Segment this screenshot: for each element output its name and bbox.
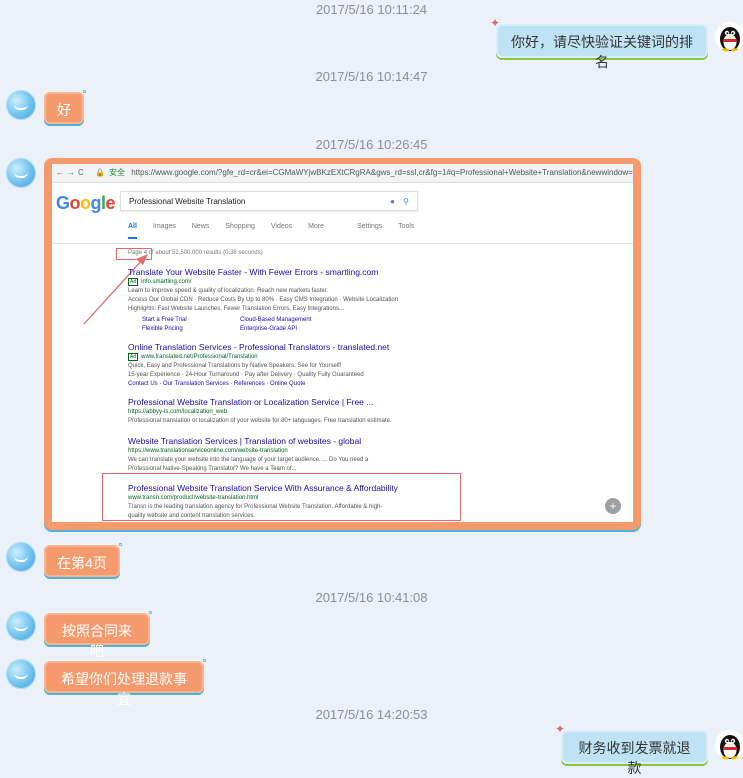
search-result: Online Translation Services - Profession… <box>128 341 568 389</box>
sitelink: Enterprise-Grade API <box>240 326 298 332</box>
result-desc: Professional translation or localization… <box>128 418 392 424</box>
avatar[interactable] <box>6 90 36 120</box>
result-desc: Highlights: Fast Website Launches, Fewer… <box>128 306 344 312</box>
avatar[interactable] <box>6 659 36 689</box>
avatar[interactable] <box>6 611 36 641</box>
result-title: Professional Website Translation or Loca… <box>128 397 374 407</box>
result-desc: Access Our Global CDN · Reduce Costs By … <box>128 297 398 303</box>
result-url: Ad www.translated.net/Professional/Transl… <box>128 353 568 362</box>
sitelink: Cloud-Based Management <box>240 317 312 323</box>
browser-screenshot: ←→C 🔒 安全 https://www.google.com/?gfe_rd=c… <box>52 164 633 522</box>
result-url: https://www.translationserviceonline.com… <box>128 448 288 454</box>
timestamp: 2017/5/16 10:11:24 <box>315 2 428 17</box>
decoration-icon: ° <box>82 87 87 101</box>
result-desc: Quick, Easy and Professional Translation… <box>128 363 342 369</box>
result-desc: Contact Us · Our Translation Services · … <box>128 381 306 387</box>
sitelink: Start a Free Trial <box>142 317 187 323</box>
timestamp: 2017/5/16 10:41:08 <box>315 590 428 605</box>
avatar[interactable] <box>6 158 36 188</box>
result-desc: Transn is the leading translation agency… <box>128 504 383 510</box>
avatar-penguin[interactable] <box>715 22 743 52</box>
message-bubble-incoming[interactable]: 希望你们处理退款事宜 <box>44 661 204 707</box>
search-result: Professional Website Translation or Loca… <box>128 396 568 426</box>
decoration-icon: ° <box>148 608 153 622</box>
timestamp: 2017/5/16 14:20:53 <box>315 707 428 722</box>
sitelink: Flexible Pricing <box>142 326 183 332</box>
ad-badge: Ad <box>128 353 139 361</box>
search-result: Translate Your Website Faster - With Few… <box>128 266 568 334</box>
message-bubble-incoming[interactable]: 好 <box>44 92 84 124</box>
result-url-text: info.smartling.com/ <box>141 279 192 285</box>
result-title: Website Translation Services | Translati… <box>128 436 362 446</box>
message-bubble-incoming[interactable]: 在第4页 <box>44 545 120 577</box>
image-message[interactable]: ←→C 🔒 安全 https://www.google.com/?gfe_rd=c… <box>44 158 641 530</box>
result-url: www.transn.com/product/website-translati… <box>128 495 259 501</box>
avatar[interactable] <box>6 542 36 572</box>
avatar-penguin[interactable] <box>715 730 743 760</box>
result-title: Translate Your Website Faster - With Few… <box>128 267 379 277</box>
message-bubble-outgoing[interactable]: 财务收到发票就退款 <box>561 730 708 776</box>
pinwheel-icon: ✦ <box>490 16 501 30</box>
decoration-icon: ° <box>118 540 123 554</box>
pinwheel-icon: ✦ <box>555 722 566 736</box>
result-url: https://abbyy-ls.com/localization_web <box>128 409 228 415</box>
ad-badge: Ad <box>128 278 139 286</box>
result-desc: We can translate your website into the l… <box>128 457 369 463</box>
result-title: Online Translation Services - Profession… <box>128 342 390 352</box>
result-url: Ad info.smartling.com/ <box>128 278 568 287</box>
search-result: Professional Website Translation Service… <box>128 482 568 521</box>
timestamp: 2017/5/16 10:26:45 <box>315 137 428 152</box>
message-bubble-outgoing[interactable]: 你好，请尽快验证关键词的排名 <box>496 24 708 70</box>
result-desc: quality website and content translation … <box>128 513 256 519</box>
zoom-in-icon[interactable]: + <box>605 498 621 514</box>
message-bubble-incoming[interactable]: 按照合同来吧 <box>44 613 150 659</box>
result-url-text: www.translated.net/Professional/Translat… <box>141 354 258 360</box>
decoration-icon: ° <box>202 656 207 670</box>
result-title: Professional Website Translation Service… <box>128 483 398 493</box>
result-desc: Learn to improve speed & quality of loca… <box>128 288 329 294</box>
timestamp: 2017/5/16 10:14:47 <box>315 69 428 84</box>
result-desc: 15-year Experience · 24-Hour Turnaround … <box>128 372 364 378</box>
search-result: Website Translation Services | Translati… <box>128 435 568 474</box>
